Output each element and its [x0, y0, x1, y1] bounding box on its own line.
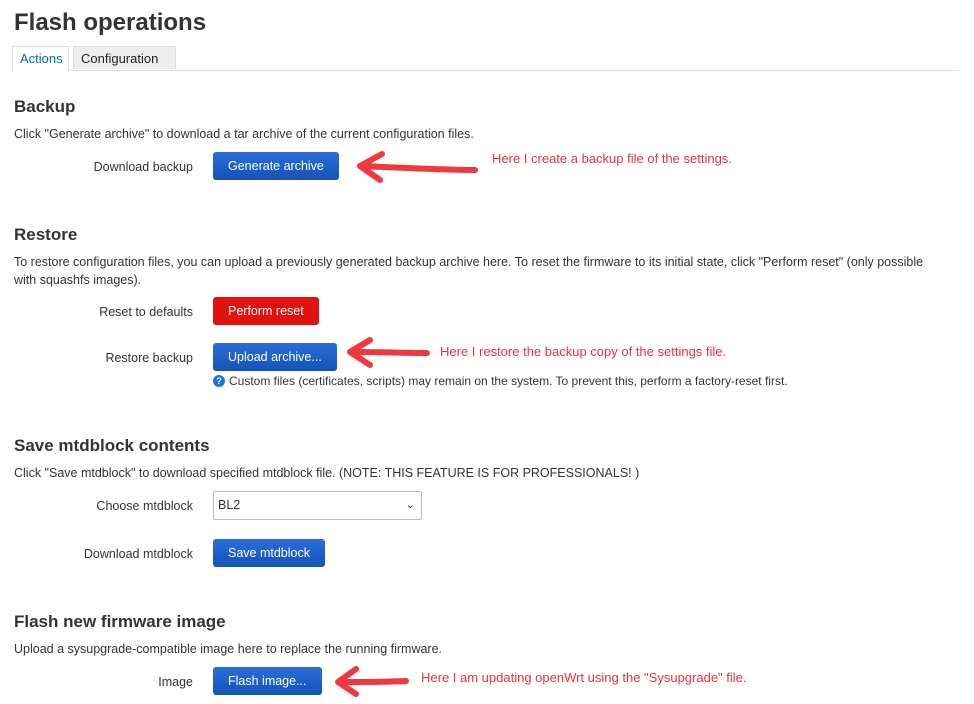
download-mtdblock-label: Download mtdblock — [83, 547, 193, 561]
page-title: Flash operations — [14, 9, 207, 36]
restore-hint-text: Custom files (certificates, scripts) may… — [229, 374, 788, 388]
tab-bar: Actions Configuration — [12, 46, 958, 71]
perform-reset-button[interactable]: Perform reset — [213, 297, 319, 325]
restore-hint: ? Custom files (certificates, scripts) ma… — [213, 374, 788, 388]
backup-description: Click "Generate archive" to download a t… — [14, 127, 474, 141]
flash-annotation: Here I am updating openWrt using the "Sy… — [421, 670, 747, 685]
mtd-heading: Save mtdblock contents — [14, 436, 210, 455]
chevron-down-icon: ⌄ — [405, 499, 415, 511]
flash-description: Upload a sysupgrade-compatible image her… — [14, 642, 443, 656]
download-backup-label: Download backup — [93, 160, 193, 174]
mtd-description: Click "Save mtdblock" to download specif… — [14, 466, 640, 480]
help-circle-icon: ? — [213, 375, 225, 387]
generate-archive-button[interactable]: Generate archive — [213, 152, 339, 180]
mtdblock-selected-value: BL2 — [218, 498, 241, 512]
red-arrow-icon — [347, 337, 430, 368]
backup-heading: Backup — [14, 97, 76, 116]
restore-backup-label: Restore backup — [105, 351, 193, 365]
flash-heading: Flash new firmware image — [14, 612, 226, 631]
red-arrow-icon — [357, 151, 478, 183]
red-arrow-icon — [335, 666, 409, 697]
save-mtdblock-button[interactable]: Save mtdblock — [213, 539, 325, 567]
reset-defaults-label: Reset to defaults — [99, 305, 193, 319]
mtdblock-select[interactable]: BL2 ⌄ — [213, 491, 422, 520]
flash-image-button[interactable]: Flash image... — [213, 667, 322, 695]
restore-annotation: Here I restore the backup copy of the se… — [440, 344, 727, 359]
choose-mtdblock-label: Choose mtdblock — [96, 499, 193, 513]
restore-heading: Restore — [14, 225, 78, 244]
upload-archive-button[interactable]: Upload archive... — [213, 343, 337, 371]
image-label: Image — [158, 675, 193, 689]
tab-configuration[interactable]: Configuration — [73, 46, 176, 69]
restore-description: To restore configuration files, you can … — [14, 255, 924, 287]
tab-actions[interactable]: Actions — [12, 46, 69, 71]
backup-annotation: Here I create a backup file of the setti… — [492, 151, 732, 166]
